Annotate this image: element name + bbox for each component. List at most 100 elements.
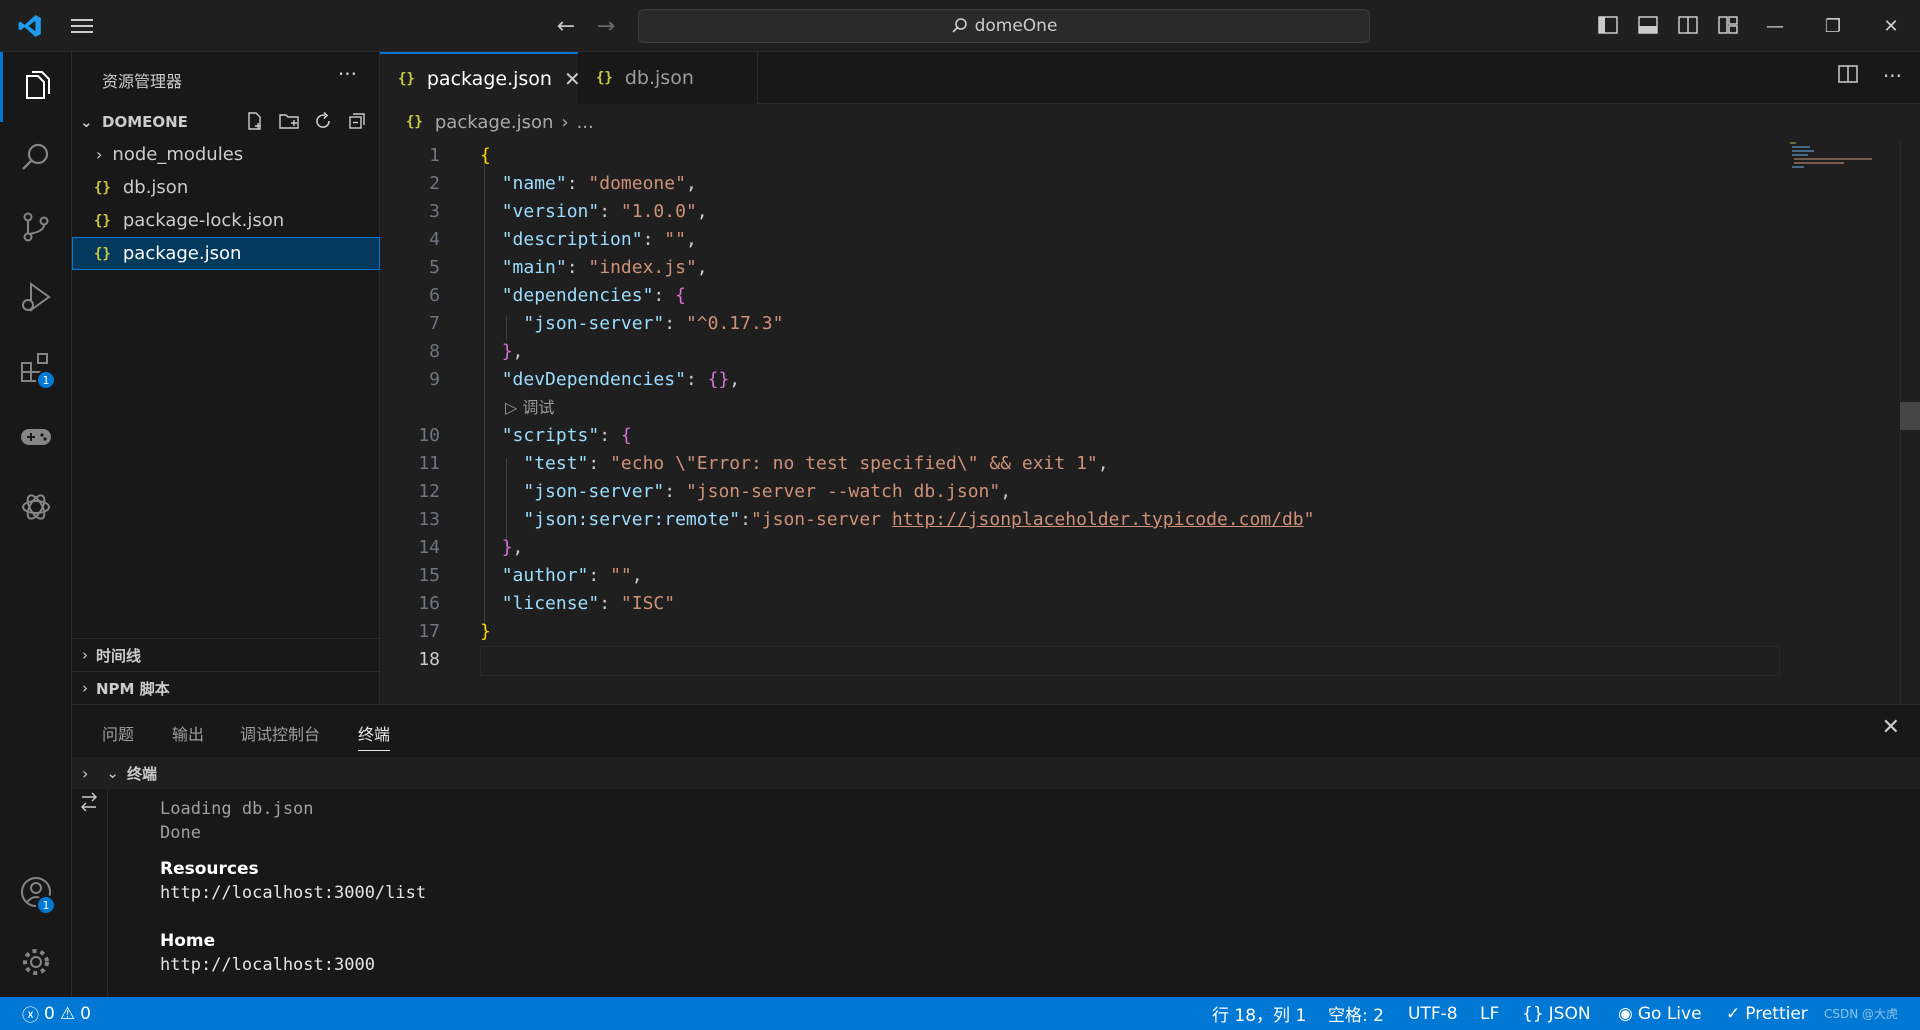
settings-gear-icon[interactable] xyxy=(0,927,72,997)
problems-status[interactable]: ⓧ 0 ⚠ 0 xyxy=(22,997,91,1030)
chevron-right-icon[interactable]: › xyxy=(82,764,88,783)
npm-scripts-section-header[interactable]: › NPM 脚本 xyxy=(72,671,380,704)
code-line: 11 "test": "echo \"Error: no test specif… xyxy=(418,453,1109,474)
encoding-status[interactable]: UTF-8 xyxy=(1408,997,1458,1030)
indentation-status[interactable]: 空格: 2 xyxy=(1328,997,1384,1030)
json-file-icon: {} xyxy=(94,212,111,229)
minimize-icon[interactable]: — xyxy=(1746,0,1804,52)
code-line: 18 xyxy=(418,649,440,670)
gamepad-icon[interactable] xyxy=(0,402,72,472)
bottom-panel: 问题 输出 调试控制台 终端 ✕ › ⌄ 终端 Loading db.json … xyxy=(72,704,1920,998)
timeline-label: 时间线 xyxy=(96,646,142,665)
editor-tabs: {} package.json ✕ {} db.json ··· xyxy=(380,52,1920,104)
split-editor-icon[interactable] xyxy=(1837,64,1859,89)
run-debug-icon[interactable] xyxy=(0,262,72,332)
npm-scripts-label: NPM 脚本 xyxy=(96,679,170,698)
restore-icon[interactable]: ❐ xyxy=(1804,0,1862,52)
terminal-line: Done xyxy=(160,823,201,843)
code-line: 9 "devDependencies": {}, xyxy=(429,369,741,390)
json-file-icon: {} xyxy=(94,245,111,262)
code-line: 17} xyxy=(418,621,491,642)
toggle-secondary-sidebar-icon[interactable] xyxy=(1677,14,1699,36)
chevron-down-icon: ⌄ xyxy=(106,764,119,782)
breadcrumb-rest[interactable]: ... xyxy=(577,112,594,133)
codelens-label: 调试 xyxy=(522,398,555,417)
warning-count: 0 xyxy=(80,1003,91,1024)
terminal-title: 终端 xyxy=(126,764,157,783)
cursor-position-status[interactable]: 行 18，列 1 xyxy=(1212,997,1306,1030)
tab-package-json[interactable]: {} package.json ✕ xyxy=(380,52,581,104)
watermark: CSDN @大虎 xyxy=(1823,1007,1898,1021)
minimap[interactable] xyxy=(1788,140,1878,180)
terminal-view-header[interactable]: › ⌄ 终端 xyxy=(72,757,1920,789)
toggle-panel-icon[interactable] xyxy=(1637,14,1659,36)
code-line: 2 "name": "domeone", xyxy=(429,173,697,194)
code-line: 7 "json-server": "^0.17.3" xyxy=(429,313,784,334)
terminal-output[interactable]: Loading db.json Done Resources http://lo… xyxy=(108,789,1920,998)
tree-item-db-json[interactable]: {} db.json xyxy=(72,171,380,204)
tab-output[interactable]: 输出 xyxy=(172,721,204,745)
close-window-icon[interactable]: ✕ xyxy=(1862,0,1920,52)
code-line: 16 "license": "ISC" xyxy=(418,593,676,614)
chevron-right-icon: › xyxy=(82,679,88,697)
tree-item-package-lock-json[interactable]: {} package-lock.json xyxy=(72,204,380,237)
scrollbar-thumb[interactable] xyxy=(1900,402,1920,430)
tab-terminal[interactable]: 终端 xyxy=(358,721,391,751)
refresh-icon[interactable] xyxy=(311,109,335,133)
code-line: 5 "main": "index.js", xyxy=(429,257,708,278)
code-line: 8 }, xyxy=(429,341,524,362)
breadcrumb-file[interactable]: package.json xyxy=(435,112,554,133)
prettier-status[interactable]: ✓ Prettier xyxy=(1726,997,1808,1030)
forward-arrow-icon[interactable]: → xyxy=(592,0,620,52)
search-icon[interactable] xyxy=(0,122,72,192)
warning-icon: ⚠ xyxy=(59,1003,76,1024)
debug-codelens[interactable]: ▷ 调试 xyxy=(505,396,554,420)
explorer-title: 资源管理器 xyxy=(102,72,183,91)
chatgpt-icon[interactable] xyxy=(0,472,72,542)
tree-item-package-json[interactable]: {} package.json xyxy=(72,237,380,270)
tab-db-json[interactable]: {} db.json xyxy=(578,52,758,104)
editor-more-actions-icon[interactable]: ··· xyxy=(1883,64,1902,89)
close-panel-icon[interactable]: ✕ xyxy=(1882,715,1900,740)
broadcast-icon: ◉ xyxy=(1618,1003,1633,1024)
toggle-primary-sidebar-icon[interactable] xyxy=(1597,14,1619,36)
terminal-link[interactable]: http://localhost:3000/list xyxy=(160,881,426,905)
more-actions-icon[interactable]: ··· xyxy=(338,62,357,86)
terminal-link[interactable]: http://localhost:3000 xyxy=(160,953,375,977)
tab-debug-console[interactable]: 调试控制台 xyxy=(240,721,320,745)
tab-problems[interactable]: 问题 xyxy=(102,721,134,745)
command-center-label: domeOne xyxy=(974,16,1058,36)
code-line: 14 }, xyxy=(418,537,524,558)
customize-layout-icon[interactable] xyxy=(1717,14,1739,36)
extensions-badge: 1 xyxy=(36,370,56,390)
tab-label: db.json xyxy=(624,67,694,89)
tree-item-node-modules[interactable]: › node_modules xyxy=(72,138,380,171)
braces-icon: {} xyxy=(1522,1003,1544,1024)
collapse-all-icon[interactable] xyxy=(345,109,369,133)
code-line: 4 "description": "", xyxy=(429,229,697,250)
chevron-right-icon: › xyxy=(561,111,569,133)
command-center-search[interactable]: domeOne xyxy=(638,9,1370,43)
new-file-icon[interactable] xyxy=(243,109,267,133)
explorer-icon[interactable] xyxy=(0,52,72,122)
language-status[interactable]: {} JSON xyxy=(1522,997,1591,1030)
language-label: JSON xyxy=(1548,1003,1591,1024)
back-arrow-icon[interactable]: ← xyxy=(552,0,580,52)
timeline-section-header[interactable]: › 时间线 xyxy=(72,638,380,671)
code-line: 10 "scripts": { xyxy=(418,425,632,446)
check-double-icon: ✓ xyxy=(1726,1003,1741,1024)
editor-scrollbar[interactable] xyxy=(1900,140,1920,704)
go-live-status[interactable]: ◉ Go Live xyxy=(1618,997,1702,1030)
extensions-icon[interactable]: 1 xyxy=(0,332,72,402)
terminal-split-icon[interactable] xyxy=(78,791,100,817)
source-control-icon[interactable] xyxy=(0,192,72,262)
new-folder-icon[interactable] xyxy=(277,109,301,133)
code-link[interactable]: http://jsonplaceholder.typicode.com/db xyxy=(892,509,1304,530)
code-line: 15 "author": "", xyxy=(418,565,643,586)
code-editor[interactable]: 1{ 2 "name": "domeone", 3 "version": "1.… xyxy=(380,140,1920,704)
menu-icon[interactable] xyxy=(62,0,102,52)
terminal-line: Resources xyxy=(160,859,259,879)
vscode-logo-icon xyxy=(10,0,50,52)
accounts-icon[interactable]: 1 xyxy=(0,857,72,927)
eol-status[interactable]: LF xyxy=(1480,997,1499,1030)
